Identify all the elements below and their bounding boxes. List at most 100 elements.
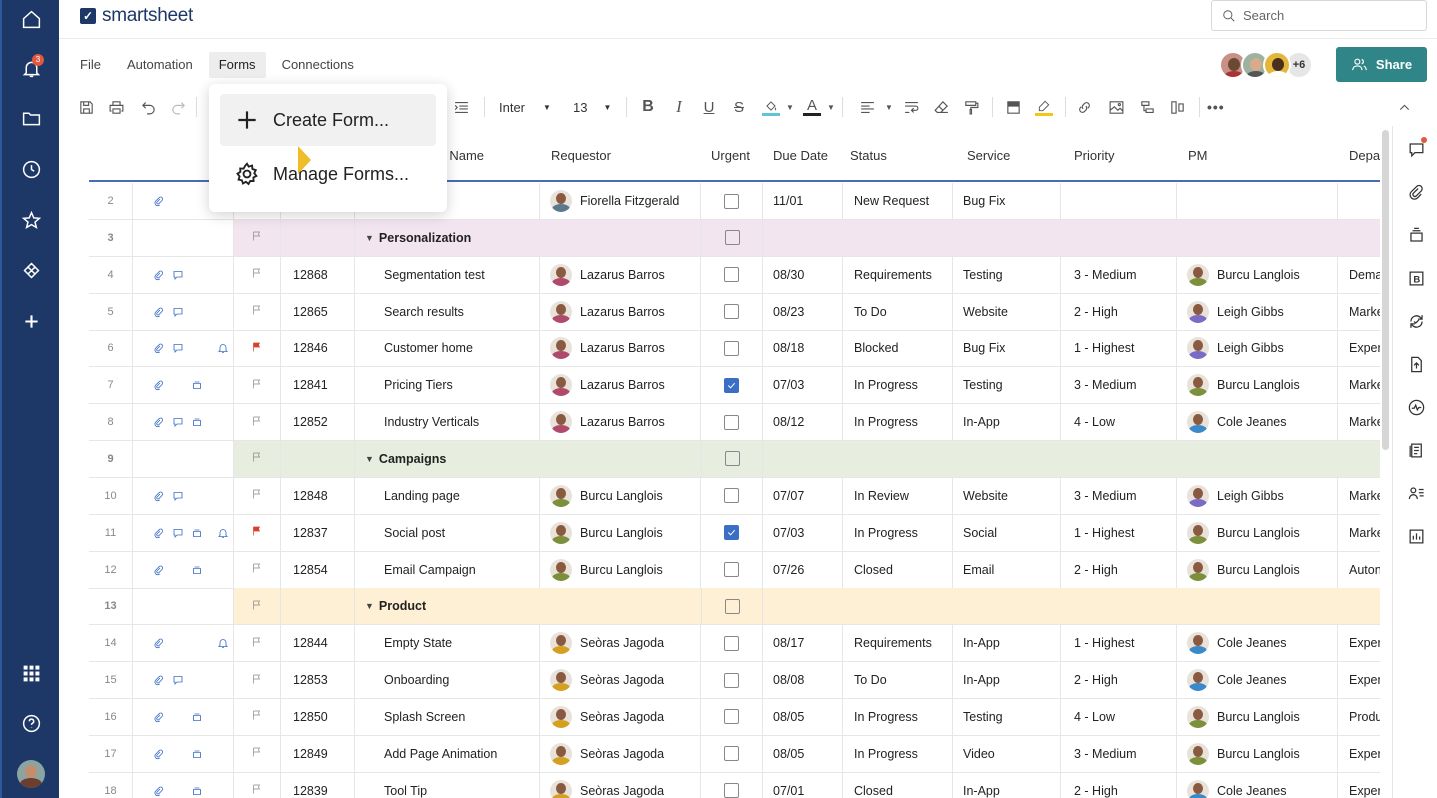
- requestor-cell[interactable]: Seòras Jagoda: [540, 625, 701, 662]
- text-color-icon[interactable]: A: [801, 97, 823, 117]
- due-date-cell[interactable]: 08/05: [763, 735, 843, 772]
- service-cell[interactable]: Testing: [953, 698, 1061, 735]
- status-cell[interactable]: In Progress: [843, 367, 953, 404]
- status-cell[interactable]: New Request: [843, 183, 953, 219]
- status-cell[interactable]: To Do: [843, 293, 953, 330]
- pm-cell[interactable]: Leigh Gibbs: [1177, 293, 1338, 330]
- status-cell[interactable]: Closed: [843, 772, 953, 798]
- task-name-cell[interactable]: Customer home: [355, 330, 540, 367]
- urgent-cell[interactable]: [701, 256, 763, 293]
- pm-cell[interactable]: Burcu Langlois: [1177, 514, 1338, 551]
- table-row[interactable]: 16 12850 Splash Screen Seòras Jagoda 08/05 In…: [89, 698, 1380, 736]
- urgent-checkbox[interactable]: [724, 230, 740, 246]
- table-row[interactable]: 6 12846 Customer home Lazarus Barros 08/18 Bl…: [89, 330, 1380, 368]
- flag-icon[interactable]: [251, 304, 263, 319]
- table-row[interactable]: 18 12839 Tool Tip Seòras Jagoda 07/01 Closed I…: [89, 772, 1380, 798]
- task-name-cell[interactable]: Empty State: [355, 625, 540, 662]
- row-number[interactable]: 17: [89, 735, 133, 772]
- update-requests-icon[interactable]: [1405, 310, 1427, 332]
- flag-icon[interactable]: [251, 230, 263, 245]
- service-cell[interactable]: Video: [953, 735, 1061, 772]
- row-number[interactable]: 15: [89, 662, 133, 699]
- row-flag-cell[interactable]: [234, 256, 281, 293]
- pm-cell[interactable]: Burcu Langlois: [1177, 735, 1338, 772]
- attachment-icon[interactable]: [153, 748, 165, 760]
- task-name-cell[interactable]: Email Campaign: [355, 551, 540, 588]
- requestor-cell[interactable]: Seòras Jagoda: [540, 662, 701, 699]
- requestor-cell[interactable]: Fiorella Fitzgerald: [540, 183, 701, 219]
- comment-icon[interactable]: [172, 416, 184, 428]
- flag-icon[interactable]: [251, 599, 263, 614]
- department-cell[interactable]: Dema: [1338, 257, 1380, 293]
- recents-clock-icon[interactable]: [14, 152, 48, 186]
- reminder-bell-icon[interactable]: [217, 342, 229, 354]
- column-header[interactable]: Urgent: [711, 148, 750, 163]
- reminder-bell-icon[interactable]: [217, 527, 229, 539]
- department-cell[interactable]: Auton: [1338, 552, 1380, 588]
- status-cell[interactable]: To Do: [843, 662, 953, 699]
- share-button[interactable]: Share: [1336, 47, 1427, 82]
- align-icon[interactable]: [859, 97, 876, 117]
- status-cell[interactable]: Blocked: [843, 330, 953, 367]
- attachment-icon[interactable]: [153, 342, 165, 354]
- comment-icon[interactable]: [172, 490, 184, 502]
- freeze-column-icon[interactable]: [1005, 97, 1022, 117]
- pm-cell[interactable]: Burcu Langlois: [1177, 698, 1338, 735]
- pm-cell[interactable]: Cole Jeanes: [1177, 662, 1338, 699]
- urgent-checkbox[interactable]: [724, 451, 740, 467]
- fill-color-icon[interactable]: [760, 97, 782, 117]
- status-cell[interactable]: Closed: [843, 551, 953, 588]
- eraser-icon[interactable]: [933, 97, 950, 117]
- urgent-cell[interactable]: [701, 183, 763, 219]
- urgent-checkbox[interactable]: [724, 414, 739, 430]
- table-row[interactable]: 5 12865 Search results Lazarus Barros 08/23 T…: [89, 293, 1380, 331]
- contacts-icon[interactable]: [1405, 482, 1427, 504]
- collapse-caret-icon[interactable]: ▼: [365, 233, 374, 243]
- comment-icon[interactable]: [172, 342, 184, 354]
- flag-icon[interactable]: [251, 636, 263, 651]
- priority-cell[interactable]: 2 - High: [1061, 772, 1177, 798]
- priority-cell[interactable]: 4 - Low: [1061, 698, 1177, 735]
- pm-cell[interactable]: Cole Jeanes: [1177, 772, 1338, 798]
- task-name-cell[interactable]: Industry Verticals: [355, 404, 540, 441]
- flag-icon[interactable]: [251, 562, 263, 577]
- font-size-select[interactable]: 13 ▼: [573, 97, 617, 117]
- due-date-cell[interactable]: 08/18: [763, 330, 843, 367]
- column-header[interactable]: Depa: [1349, 148, 1380, 163]
- status-cell[interactable]: In Review: [843, 477, 953, 514]
- flag-icon[interactable]: [251, 488, 263, 503]
- column-header[interactable]: Requestor: [551, 148, 611, 163]
- status-cell[interactable]: In Progress: [843, 404, 953, 441]
- group-title[interactable]: ▼ Campaigns: [355, 441, 985, 477]
- pm-cell[interactable]: Burcu Langlois: [1177, 256, 1338, 293]
- attachment-icon[interactable]: [153, 490, 165, 502]
- row-flag-cell[interactable]: [234, 293, 281, 330]
- vertical-scrollbar[interactable]: [1382, 130, 1389, 450]
- row-flag-cell[interactable]: [234, 330, 281, 367]
- requestor-cell[interactable]: Burcu Langlois: [540, 551, 701, 588]
- proof-icon[interactable]: [191, 785, 203, 797]
- row-flag-cell[interactable]: [234, 698, 281, 735]
- manage-forms-menu-item[interactable]: Manage Forms...: [220, 148, 436, 200]
- priority-cell[interactable]: 3 - Medium: [1061, 256, 1177, 293]
- pm-cell[interactable]: [1177, 183, 1338, 219]
- row-number[interactable]: 13: [89, 588, 133, 625]
- flag-icon[interactable]: [251, 783, 263, 798]
- strikethrough-icon[interactable]: S: [731, 97, 747, 117]
- due-date-cell[interactable]: 11/01: [763, 183, 843, 219]
- row-flag-cell[interactable]: [234, 477, 281, 514]
- urgent-checkbox[interactable]: [724, 525, 739, 541]
- row-number[interactable]: 9: [89, 440, 133, 477]
- row-number[interactable]: 16: [89, 698, 133, 735]
- urgent-cell[interactable]: [701, 330, 763, 367]
- menu-connections[interactable]: Connections: [272, 52, 364, 78]
- service-cell[interactable]: Bug Fix: [953, 183, 1061, 219]
- status-cell[interactable]: Requirements: [843, 625, 953, 662]
- urgent-checkbox[interactable]: [724, 193, 739, 209]
- attachment-icon[interactable]: [153, 269, 165, 281]
- table-row[interactable]: 14 12844 Empty State Seòras Jagoda 08/17 Requ…: [89, 625, 1380, 663]
- menu-file[interactable]: File: [70, 52, 111, 78]
- attachment-icon[interactable]: [153, 674, 165, 686]
- pm-cell[interactable]: Leigh Gibbs: [1177, 477, 1338, 514]
- priority-cell[interactable]: 1 - Highest: [1061, 330, 1177, 367]
